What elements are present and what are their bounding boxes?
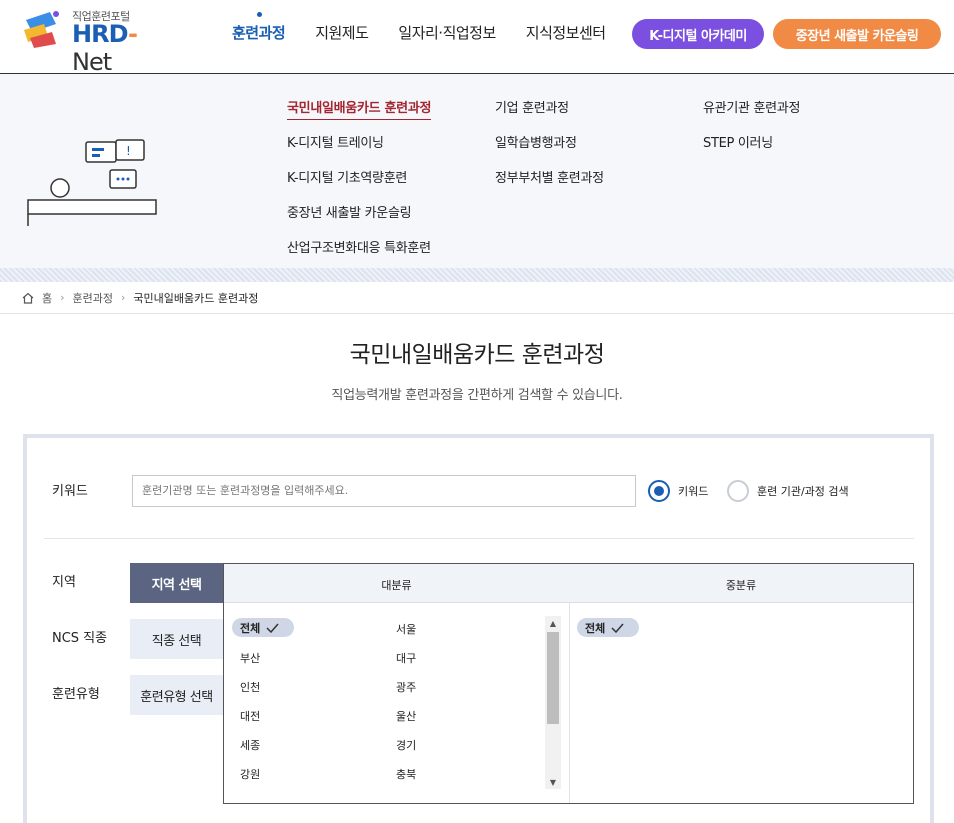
mega-item-k-digital-training[interactable]: K-디지털 트레이닝 — [287, 134, 431, 169]
counseling-button[interactable]: 중장년 새출발 카운슬링 — [773, 19, 941, 49]
mega-col-3: 유관기관 훈련과정 STEP 이러닝 — [703, 99, 800, 169]
major-item[interactable]: 대전 — [240, 708, 260, 724]
scroll-up-icon[interactable]: ▲ — [545, 616, 561, 630]
svg-text:!: ! — [126, 144, 131, 158]
mega-item-related-inst[interactable]: 유관기관 훈련과정 — [703, 99, 800, 134]
type-select-button[interactable]: 훈련유형 선택 — [130, 675, 223, 715]
site-header: 직업훈련포털 HRD- Net 훈련과정 지원제도 일자리·직업정보 지식정보센… — [0, 0, 954, 76]
major-item[interactable]: 대구 — [396, 650, 416, 666]
scroll-down-icon[interactable]: ▼ — [545, 775, 561, 789]
scroll-thumb[interactable] — [547, 632, 559, 724]
check-icon — [611, 623, 624, 633]
major-item[interactable]: 부산 — [240, 650, 260, 666]
chevron-right-icon: › — [60, 291, 65, 304]
site-logo[interactable]: 직업훈련포털 HRD- Net — [22, 6, 182, 76]
filter-label-ncs: NCS 직종 — [52, 631, 108, 646]
breadcrumb-level1[interactable]: 훈련과정 — [73, 290, 113, 306]
major-item[interactable]: 광주 — [396, 679, 416, 695]
filter-label-region: 지역 — [52, 575, 76, 590]
panel-divider — [44, 538, 914, 539]
check-icon — [266, 623, 279, 633]
middle-chip-all[interactable]: 전체 — [577, 618, 639, 637]
grid-head-major: 대분류 — [381, 579, 412, 592]
radio-keyword-label: 키워드 — [678, 485, 709, 498]
home-icon[interactable] — [22, 292, 34, 304]
mega-col-1: 국민내일배움카드 훈련과정 K-디지털 트레이닝 K-디지털 기초역량훈련 중장… — [287, 99, 431, 274]
mega-stripe — [0, 268, 954, 282]
chevron-right-icon: › — [121, 291, 126, 304]
nav-jobs[interactable]: 일자리·직업정보 — [398, 22, 496, 43]
consultation-illustration-icon: ! — [27, 139, 157, 226]
ncs-select-button[interactable]: 직종 선택 — [130, 619, 223, 659]
logo-title: HRD- Net — [72, 20, 138, 76]
mega-item-work-learning[interactable]: 일학습병행과정 — [495, 134, 604, 169]
breadcrumb: 홈 › 훈련과정 › 국민내일배움카드 훈련과정 — [0, 282, 954, 314]
major-item[interactable]: 강원 — [240, 766, 260, 782]
nav-knowledge[interactable]: 지식정보센터 — [526, 22, 606, 43]
mega-item-midcareer-counseling[interactable]: 중장년 새출발 카운슬링 — [287, 204, 431, 239]
nav-training[interactable]: 훈련과정 — [232, 12, 286, 43]
major-item[interactable]: 인천 — [240, 679, 260, 695]
mega-item-government[interactable]: 정부부처별 훈련과정 — [495, 169, 604, 204]
major-item[interactable]: 경기 — [396, 737, 416, 753]
mega-col-2: 기업 훈련과정 일학습병행과정 정부부처별 훈련과정 — [495, 99, 604, 204]
nav-support[interactable]: 지원제도 — [315, 22, 369, 43]
radio-unchecked-icon — [727, 480, 749, 502]
major-item[interactable]: 울산 — [396, 708, 416, 724]
region-grid: 대분류 중분류 전체 부산 인천 대전 세종 강원 서울 대구 광주 울산 경기… — [223, 563, 914, 804]
region-select-button[interactable]: 지역 선택 — [130, 563, 223, 603]
radio-institution[interactable]: 훈련 기관/과정 검색 — [727, 480, 849, 502]
major-item[interactable]: 충북 — [396, 766, 416, 782]
radio-keyword[interactable]: 키워드 — [648, 480, 708, 502]
page-description: 직업능력개발 훈련과정을 간편하게 검색할 수 있습니다. — [331, 388, 623, 403]
breadcrumb-current: 국민내일배움카드 훈련과정 — [133, 291, 259, 305]
mega-item-step-elearning[interactable]: STEP 이러닝 — [703, 134, 800, 169]
major-item[interactable]: 서울 — [396, 621, 416, 637]
logo-mark-icon — [24, 11, 59, 48]
grid-header: 대분류 중분류 — [224, 564, 913, 603]
main-nav: 훈련과정 지원제도 일자리·직업정보 지식정보센터 — [232, 12, 606, 43]
grid-split — [569, 603, 570, 803]
major-item: 전체 — [240, 621, 261, 635]
radio-checked-icon — [648, 480, 670, 502]
major-item[interactable]: 세종 — [240, 737, 260, 753]
major-scrollbar[interactable]: ▲ ▼ — [545, 616, 561, 789]
radio-institution-label: 훈련 기관/과정 검색 — [757, 485, 849, 498]
grid-head-middle: 중분류 — [725, 579, 757, 592]
mega-item-k-digital-basic[interactable]: K-디지털 기초역량훈련 — [287, 169, 431, 204]
keyword-label: 키워드 — [52, 484, 88, 499]
mega-item-corporate[interactable]: 기업 훈련과정 — [495, 99, 604, 134]
mega-item-national-card[interactable]: 국민내일배움카드 훈련과정 — [287, 99, 431, 120]
major-chip-all[interactable]: 전체 — [232, 618, 294, 637]
filter-label-type: 훈련유형 — [52, 687, 100, 702]
page-title: 국민내일배움카드 훈련과정 — [349, 342, 605, 368]
k-digital-academy-button[interactable]: K-디지털 아카데미 — [632, 19, 764, 49]
middle-item: 전체 — [585, 621, 606, 635]
breadcrumb-home[interactable]: 홈 — [42, 290, 52, 306]
keyword-input[interactable]: 훈련기관명 또는 훈련과정명을 입력해주세요. — [132, 475, 636, 507]
